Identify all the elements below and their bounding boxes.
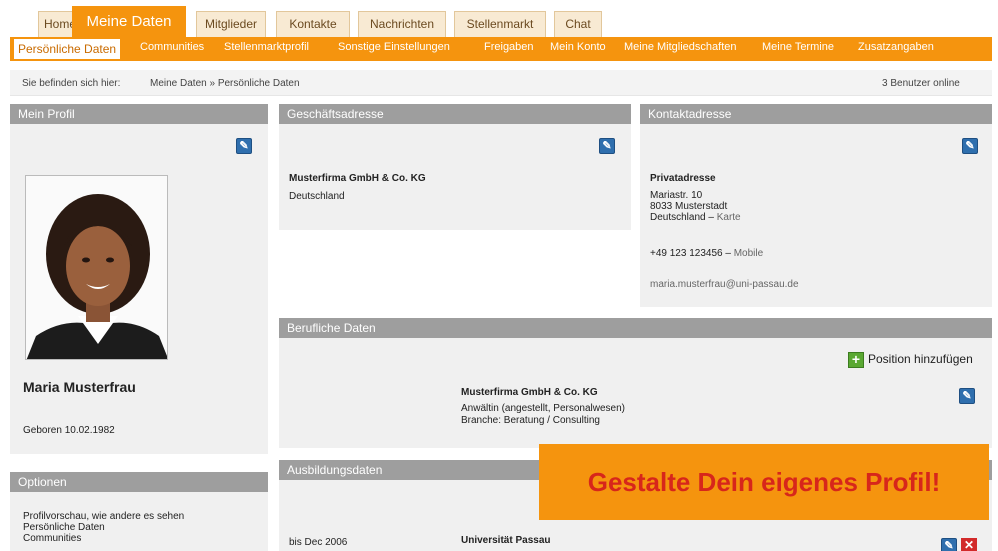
options-panel-header: Optionen bbox=[10, 472, 268, 492]
tab-chat[interactable]: Chat bbox=[554, 11, 602, 37]
subnav-sonstige-einstellungen[interactable]: Sonstige Einstellungen bbox=[338, 41, 450, 53]
edit-icon[interactable]: ✎ bbox=[959, 388, 975, 404]
subnav-meine-termine[interactable]: Meine Termine bbox=[762, 41, 834, 53]
subnav-communities[interactable]: Communities bbox=[140, 41, 204, 53]
contact-country-line: Deutschland – Karte bbox=[650, 212, 741, 223]
business-address-header: Geschäftsadresse bbox=[279, 104, 631, 124]
contact-phone-type: Mobile bbox=[733, 248, 764, 259]
add-icon: + bbox=[848, 352, 864, 368]
main-tabbar: Home Meine Daten Mitglieder Kontakte Nac… bbox=[0, 0, 998, 38]
contact-address-header: Kontaktadresse bbox=[640, 104, 992, 124]
portrait-image bbox=[26, 176, 167, 359]
subnav-freigaben[interactable]: Freigaben bbox=[484, 41, 534, 53]
business-address-panel: Geschäftsadresse ✎ bbox=[279, 104, 631, 230]
promo-banner: Gestalte Dein eigenes Profil! bbox=[539, 444, 989, 520]
profile-birthdate: Geboren 10.02.1982 bbox=[23, 425, 115, 436]
tab-stellenmarkt[interactable]: Stellenmarkt bbox=[454, 11, 546, 37]
contact-street: Mariastr. 10 bbox=[650, 190, 703, 201]
edit-icon[interactable]: ✎ bbox=[236, 138, 252, 154]
breadcrumb-label: Sie befinden sich hier: bbox=[22, 78, 121, 89]
option-personal-data[interactable]: Persönliche Daten bbox=[23, 522, 105, 533]
breadcrumb: Sie befinden sich hier: Meine Daten » Pe… bbox=[10, 70, 992, 96]
subnav-stellenmarktprofil[interactable]: Stellenmarktprofil bbox=[224, 41, 309, 53]
contact-phone: +49 123 123456 bbox=[650, 248, 723, 259]
option-communities[interactable]: Communities bbox=[23, 533, 81, 544]
map-link[interactable]: Karte bbox=[717, 212, 741, 223]
business-country: Deutschland bbox=[289, 191, 345, 202]
tab-meine-daten[interactable]: Meine Daten bbox=[72, 6, 186, 38]
business-company: Musterfirma GmbH & Co. KG bbox=[289, 173, 426, 184]
education-institution: Universität Passau bbox=[461, 535, 551, 546]
professional-branch: Branche: Beratung / Consulting bbox=[461, 415, 600, 426]
option-profile-preview[interactable]: Profilvorschau, wie andere es sehen bbox=[23, 511, 184, 522]
edit-icon[interactable]: ✎ bbox=[599, 138, 615, 154]
online-users-count: 3 Benutzer online bbox=[882, 78, 960, 89]
contact-city: 8033 Musterstadt bbox=[650, 201, 728, 212]
contact-email[interactable]: maria.musterfrau@uni-passau.de bbox=[650, 279, 799, 290]
tab-kontakte[interactable]: Kontakte bbox=[276, 11, 350, 37]
professional-role: Anwältin (angestellt, Personalwesen) bbox=[461, 403, 625, 414]
add-position-button[interactable]: + Position hinzufügen bbox=[848, 352, 973, 368]
subnav-persoenliche-daten[interactable]: Persönliche Daten bbox=[14, 39, 121, 59]
delete-icon[interactable]: ✕ bbox=[961, 538, 977, 551]
professional-panel: Berufliche Daten ✎ bbox=[279, 318, 992, 448]
subnav-zusatzangaben[interactable]: Zusatzangaben bbox=[858, 41, 934, 53]
contact-title: Privatadresse bbox=[650, 173, 716, 184]
professional-panel-header: Berufliche Daten bbox=[279, 318, 992, 338]
edit-icon[interactable]: ✎ bbox=[962, 138, 978, 154]
profile-name: Maria Musterfrau bbox=[23, 379, 136, 395]
education-period: bis Dec 2006 bbox=[289, 537, 348, 548]
edit-icon[interactable]: ✎ bbox=[941, 538, 957, 551]
tab-mitglieder[interactable]: Mitglieder bbox=[196, 11, 266, 37]
subnav-meine-mitgliedschaften[interactable]: Meine Mitgliedschaften bbox=[624, 41, 737, 53]
sub-navigation: Persönliche Daten Communities Stellenmar… bbox=[10, 37, 992, 61]
contact-phone-line: +49 123 123456 – Mobile bbox=[650, 248, 764, 259]
subnav-mein-konto[interactable]: Mein Konto bbox=[550, 41, 606, 53]
contact-country: Deutschland bbox=[650, 212, 706, 223]
add-position-label: Position hinzufügen bbox=[868, 352, 973, 367]
profile-photo bbox=[25, 175, 168, 360]
breadcrumb-path[interactable]: Meine Daten » Persönliche Daten bbox=[150, 78, 300, 89]
profile-panel-header: Mein Profil bbox=[10, 104, 268, 124]
tab-nachrichten[interactable]: Nachrichten bbox=[358, 11, 446, 37]
professional-company: Musterfirma GmbH & Co. KG bbox=[461, 387, 598, 398]
